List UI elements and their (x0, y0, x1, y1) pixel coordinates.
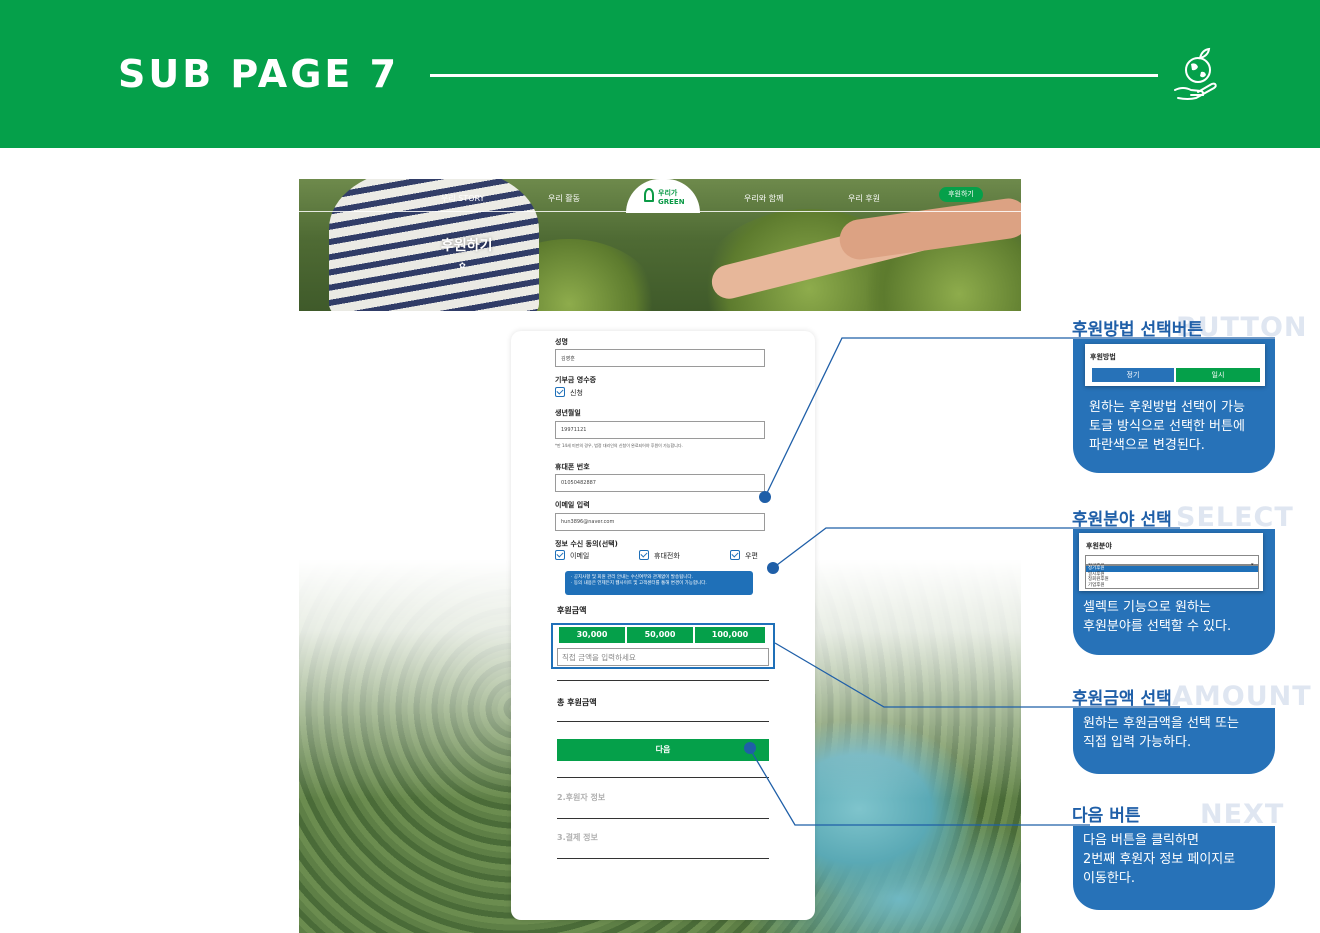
callout-line: 다음 버튼을 클릭하면 (1083, 833, 1199, 848)
nav-divider (299, 211, 1021, 212)
callout-amount-box: 원하는 후원금액을 선택 또는 직접 입력 가능하다. (1073, 708, 1275, 774)
consent-post-label: 우편 (745, 552, 758, 560)
callout-method-box: 후원방법 정기 일시 원하는 후원방법 선택이 가능 토글 방식으로 선택한 버… (1073, 339, 1275, 473)
divider (557, 858, 769, 859)
donate-nav-button[interactable]: 후원하기 (939, 187, 983, 202)
callout-field-text: 셀렉트 기능으로 원하는 후원분야를 선택할 수 있다. (1083, 598, 1231, 636)
callout-line: 원하는 후원금액을 선택 또는 (1083, 716, 1239, 731)
consent-label: 정보 수신 동의(선택) (555, 540, 618, 548)
name-label: 성명 (555, 338, 568, 346)
divider (557, 721, 769, 722)
birth-input[interactable]: 19971121 (555, 421, 765, 439)
logo-text-bottom: GREEN (658, 198, 685, 206)
nav-item-story[interactable]: 우리 STORY (441, 193, 484, 204)
info-line-2: · 동의 내용은 언제든지 웹사이트 및 고객센터를 통해 변경이 가능합니다. (571, 581, 707, 586)
divider (557, 818, 769, 819)
name-input[interactable]: 김영훈 (555, 349, 765, 367)
phone-label: 휴대폰 번호 (555, 463, 590, 471)
callout-line: 2번째 후원자 정보 페이지로 (1083, 852, 1236, 867)
sprout-icon: ✿ (459, 261, 466, 270)
nav-item-together[interactable]: 우리와 함께 (744, 193, 783, 204)
next-button[interactable]: 다음 (557, 739, 769, 761)
callout-line: 이동한다. (1083, 871, 1135, 886)
amount-label: 후원금액 (557, 606, 587, 615)
amount-highlight-frame (551, 623, 775, 669)
sprout-logo-icon (644, 188, 654, 202)
connector-dot (767, 562, 779, 574)
birth-label: 생년월일 (555, 409, 581, 417)
callout-line: 직접 입력 가능하다. (1083, 735, 1192, 750)
method-regular-button[interactable]: 정기 (1092, 368, 1174, 382)
step-payment-info[interactable]: 3.결제 정보 (557, 832, 598, 843)
consent-email-checkbox[interactable] (555, 550, 565, 560)
callout-method-text: 원하는 후원방법 선택이 가능 토글 방식으로 선택한 버튼에 파란색으로 변경… (1089, 398, 1245, 455)
page: SUB PAGE 7 우리 STORY 우리 활동 우리가 GREEN 우리와 … (0, 0, 1320, 933)
callout-next-text: 다음 버튼을 클릭하면 2번째 후원자 정보 페이지로 이동한다. (1083, 831, 1235, 888)
field-preview-label: 후원분야 (1086, 542, 1112, 550)
main-nav: 우리 STORY 우리 활동 우리가 GREEN 우리와 함께 우리 후원 후원… (299, 179, 1021, 213)
receipt-label: 기부금 영수증 (555, 376, 597, 384)
field-preview: 후원분야 정기후원 ▾ 정기후원 일시후원 정회원후원 기업후원 (1079, 533, 1263, 591)
callout-field-box: 후원분야 정기후원 ▾ 정기후원 일시후원 정회원후원 기업후원 셀렉트 기능으… (1073, 529, 1275, 655)
email-label: 이메일 입력 (555, 501, 590, 509)
callout-method-title: 후원방법 선택버튼 (1072, 320, 1204, 340)
field-select[interactable]: 정기후원 (1085, 555, 1259, 569)
nav-item-activity[interactable]: 우리 활동 (548, 193, 580, 204)
page-title: SUB PAGE 7 (118, 52, 400, 96)
phone-input[interactable]: 01050482887 (555, 474, 765, 492)
receipt-checkbox[interactable] (555, 387, 565, 397)
hero-banner: 우리 STORY 우리 활동 우리가 GREEN 우리와 함께 우리 후원 후원… (299, 179, 1021, 311)
method-preview: 후원방법 정기 일시 (1085, 344, 1265, 386)
connector-dot (759, 491, 771, 503)
header-banner: SUB PAGE 7 (0, 0, 1320, 148)
callout-line: 파란색으로 변경된다. (1089, 438, 1205, 453)
email-input[interactable]: hun3896@naver.com (555, 513, 765, 531)
method-preview-label: 후원방법 (1090, 353, 1116, 361)
consent-phone-checkbox[interactable] (639, 550, 649, 560)
consent-post-checkbox[interactable] (730, 550, 740, 560)
hero-title: 후원하기 (441, 238, 493, 254)
callout-line: 후원분야를 선택할 수 있다. (1083, 619, 1232, 634)
consent-email-label: 이메일 (570, 552, 590, 560)
birth-note: *만 14세 미만의 경우, 법정 대리인의 신청이 완료되어야 후원이 가능합… (555, 443, 683, 448)
callout-amount-text: 원하는 후원금액을 선택 또는 직접 입력 가능하다. (1083, 714, 1239, 752)
callout-line: 원하는 후원방법 선택이 가능 (1089, 400, 1245, 415)
receipt-option-label: 신청 (570, 389, 583, 397)
header-divider (430, 74, 1158, 77)
callout-next-title: 다음 버튼 (1072, 806, 1141, 826)
consent-info-box: · 공지사항 및 회원 관리 안내는 수신여부와 관계없이 발송됩니다. · 동… (565, 571, 753, 595)
callout-next-box: 다음 버튼을 클릭하면 2번째 후원자 정보 페이지로 이동한다. (1073, 826, 1275, 910)
callout-field-title: 후원분야 선택 (1072, 510, 1172, 530)
nav-item-support[interactable]: 우리 후원 (848, 193, 880, 204)
divider (557, 777, 769, 778)
total-amount-label: 총 후원금액 (557, 698, 597, 707)
donation-form: 성명 김영훈 기부금 영수증 신청 생년월일 19971121 *만 14세 미… (511, 331, 815, 920)
consent-phone-label: 휴대전화 (654, 552, 680, 560)
globe-hand-icon (1174, 47, 1217, 100)
callout-line: 토글 방식으로 선택한 버튼에 (1089, 419, 1245, 434)
method-onetime-button[interactable]: 일시 (1176, 368, 1260, 382)
divider (557, 680, 769, 681)
site-logo[interactable]: 우리가 GREEN (626, 179, 700, 213)
website-mockup: 우리 STORY 우리 활동 우리가 GREEN 우리와 함께 우리 후원 후원… (299, 179, 1021, 933)
field-dropdown-list: 정기후원 일시후원 정회원후원 기업후원 (1085, 565, 1259, 589)
callout-line: 셀렉트 기능으로 원하는 (1083, 600, 1211, 615)
callout-amount-title: 후원금액 선택 (1072, 689, 1172, 709)
dropdown-option[interactable]: 기업후원 (1086, 583, 1258, 589)
connector-dot (744, 742, 756, 754)
logo-text-top: 우리가 (658, 189, 678, 197)
step-donor-info[interactable]: 2.후원자 정보 (557, 792, 605, 803)
